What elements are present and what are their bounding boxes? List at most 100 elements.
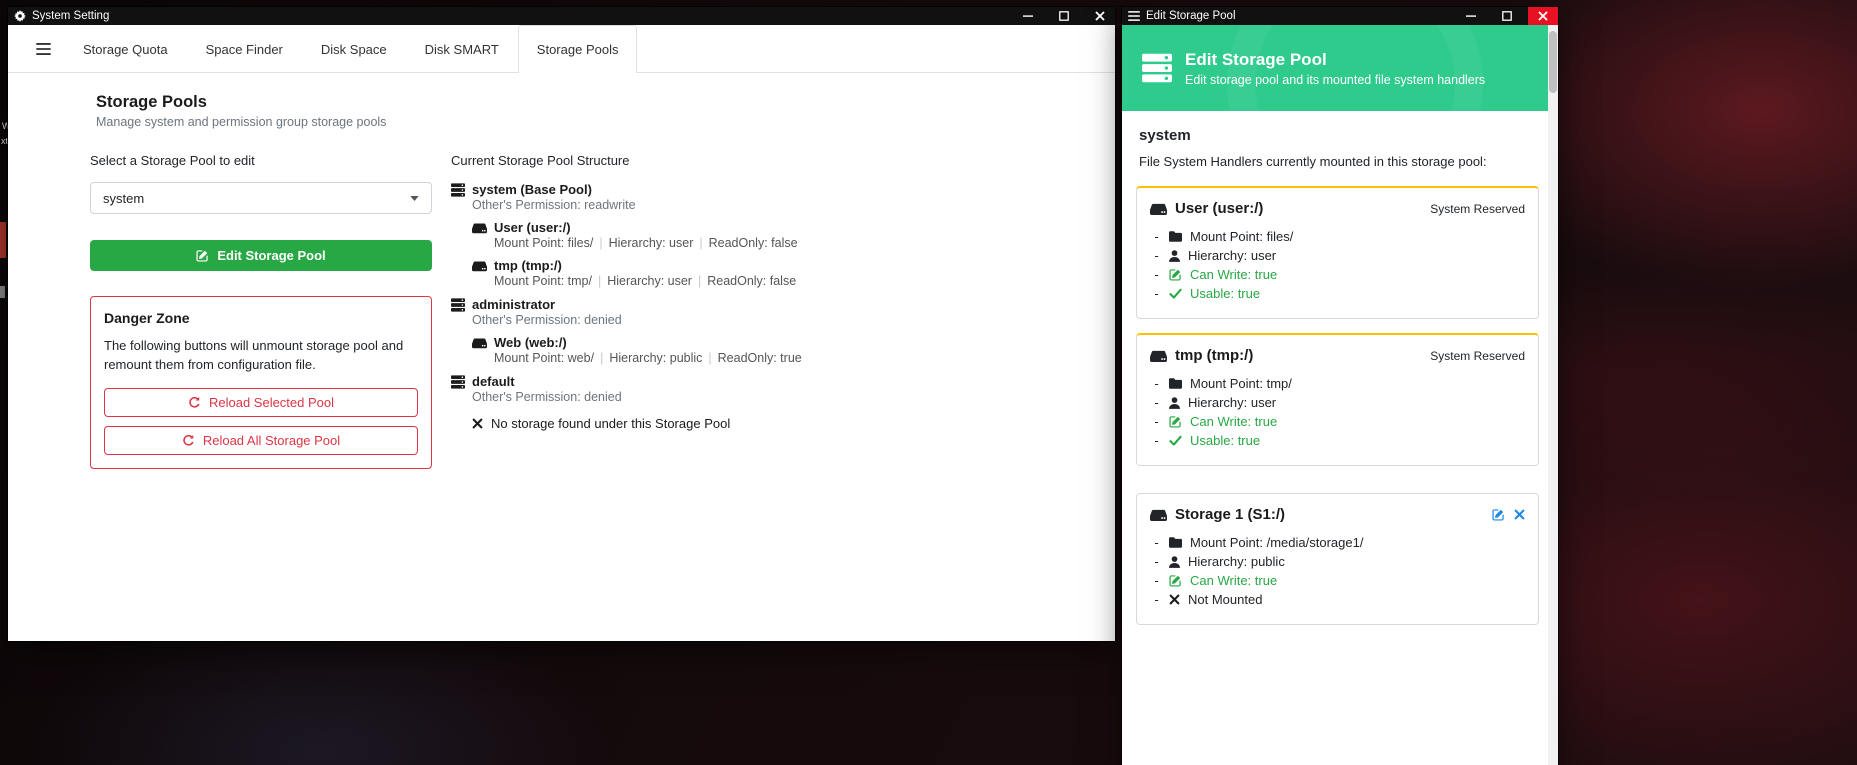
remove-handler-icon[interactable] <box>1514 509 1525 520</box>
banner-title: Edit Storage Pool <box>1185 50 1485 70</box>
tab-disk-space[interactable]: Disk Space <box>302 25 406 73</box>
hdd-icon <box>472 260 487 272</box>
pool-select[interactable]: system <box>90 182 432 214</box>
edit-storage-pool-button[interactable]: Edit Storage Pool <box>90 240 432 271</box>
pool-select-value: system <box>103 191 144 206</box>
separator: | <box>592 274 607 288</box>
pool-item-administrator: administrator Other's Permission: denied… <box>451 297 1081 365</box>
storage-name: tmp (tmp:/) <box>494 258 562 273</box>
system-reserved-badge: System Reserved <box>1430 349 1525 363</box>
pool-item-system: system (Base Pool) Other's Permission: r… <box>451 182 1081 288</box>
tab-disk-smart[interactable]: Disk SMART <box>406 25 518 73</box>
separator: | <box>693 236 708 250</box>
storage-name: User (user:/) <box>494 220 571 235</box>
minimize-button[interactable] <box>1013 7 1043 25</box>
menu-icon <box>1128 11 1140 21</box>
desktop-icon-fragment: xt <box>1 136 8 146</box>
handler-card-user: User (user:/) System Reserved - Mount Po… <box>1136 186 1539 319</box>
handler-row: - Hierarchy: user <box>1150 393 1525 412</box>
gear-icon <box>14 10 26 22</box>
empty-pool-message: No storage found under this Storage Pool <box>472 416 1081 431</box>
separator: | <box>593 236 608 250</box>
hdd-icon <box>472 337 487 349</box>
handler-name: tmp (tmp:/) <box>1175 347 1253 364</box>
storage-name: Web (web:/) <box>494 335 567 350</box>
server-icon <box>1142 53 1172 83</box>
handler-row: - Can Write: true <box>1150 412 1525 431</box>
handler-card-storage1: Storage 1 (S1:/) - Mount Point: /media/s… <box>1136 493 1539 625</box>
storage-details: Mount Point: files/|Hierarchy: user|Read… <box>494 236 1081 250</box>
maximize-button[interactable] <box>1492 7 1522 25</box>
check-icon <box>1169 287 1182 300</box>
pool-select-label: Select a Storage Pool to edit <box>90 153 432 168</box>
pool-permission: Other's Permission: readwrite <box>472 198 1081 212</box>
tab-bar: Storage Quota Space Finder Disk Space Di… <box>8 25 1115 73</box>
x-icon <box>472 418 483 429</box>
hdd-icon <box>1150 202 1167 216</box>
handler-actions <box>1492 508 1525 521</box>
edit-icon <box>1169 574 1182 587</box>
storage-details: Mount Point: web/|Hierarchy: public|Read… <box>494 351 1081 365</box>
handler-name: Storage 1 (S1:/) <box>1175 506 1285 523</box>
user-icon <box>1169 397 1180 409</box>
close-button[interactable] <box>1528 7 1558 25</box>
pool-structure-panel: Current Storage Pool Structure system (B… <box>451 153 1081 440</box>
pool-name: administrator <box>472 297 555 312</box>
handler-name: User (user:/) <box>1175 200 1263 217</box>
storage-item-user: User (user:/) Mount Point: files/|Hierar… <box>472 220 1081 250</box>
titlebar: System Setting <box>8 7 1115 25</box>
edit-icon <box>1169 268 1182 281</box>
server-icon <box>451 183 465 197</box>
check-icon <box>1169 434 1182 447</box>
edit-pool-banner: Edit Storage Pool Edit storage pool and … <box>1122 25 1548 111</box>
x-icon <box>1169 594 1180 605</box>
handler-row: - Can Write: true <box>1150 265 1525 284</box>
hdd-icon <box>1150 349 1167 363</box>
handlers-description: File System Handlers currently mounted i… <box>1139 154 1539 169</box>
structure-title: Current Storage Pool Structure <box>451 153 1081 168</box>
storage-item-tmp: tmp (tmp:/) Mount Point: tmp/|Hierarchy:… <box>472 258 1081 288</box>
desktop-icon-fragment <box>0 286 5 298</box>
close-button[interactable] <box>1085 7 1115 25</box>
separator: | <box>702 351 717 365</box>
separator: | <box>692 274 707 288</box>
scrollbar-thumb[interactable] <box>1549 31 1557 93</box>
danger-zone-card: Danger Zone The following buttons will u… <box>90 296 432 469</box>
reload-all-pool-button[interactable]: Reload All Storage Pool <box>104 426 418 455</box>
window-title: Edit Storage Pool <box>1146 10 1236 22</box>
system-setting-window: System Setting Storage Quota Space Finde… <box>8 7 1115 641</box>
scrollbar[interactable] <box>1548 25 1558 765</box>
refresh-icon <box>182 434 195 447</box>
tab-storage-quota[interactable]: Storage Quota <box>64 25 187 73</box>
page-title: Storage Pools <box>96 93 386 112</box>
handler-row: - Mount Point: files/ <box>1150 227 1525 246</box>
handler-row: - Usable: true <box>1150 431 1525 450</box>
folder-icon <box>1169 378 1182 389</box>
banner-subtitle: Edit storage pool and its mounted file s… <box>1185 73 1485 87</box>
window-title: System Setting <box>32 10 109 22</box>
minimize-button[interactable] <box>1456 7 1486 25</box>
reload-selected-pool-button[interactable]: Reload Selected Pool <box>104 388 418 417</box>
server-icon <box>451 375 465 389</box>
server-icon <box>451 298 465 312</box>
menu-button[interactable] <box>22 25 64 72</box>
hdd-icon <box>472 222 487 234</box>
edit-handler-icon[interactable] <box>1492 508 1505 521</box>
pool-name-heading: system <box>1139 127 1539 144</box>
folder-icon <box>1169 537 1182 548</box>
handler-row: - Mount Point: tmp/ <box>1150 374 1525 393</box>
pool-name: system (Base Pool) <box>472 182 592 197</box>
storage-item-web: Web (web:/) Mount Point: web/|Hierarchy:… <box>472 335 1081 365</box>
tab-storage-pools[interactable]: Storage Pools <box>518 25 638 73</box>
maximize-button[interactable] <box>1049 7 1079 25</box>
hdd-icon <box>1150 508 1167 522</box>
edit-storage-pool-window: Edit Storage Pool Edit Storage Pool Edit… <box>1122 7 1558 765</box>
pool-item-default: default Other's Permission: denied No st… <box>451 374 1081 431</box>
handler-card-tmp: tmp (tmp:/) System Reserved - Mount Poin… <box>1136 333 1539 466</box>
page-subtitle: Manage system and permission group stora… <box>96 115 386 129</box>
handler-row: - Usable: true <box>1150 284 1525 303</box>
user-icon <box>1169 250 1180 262</box>
pool-permission: Other's Permission: denied <box>472 313 1081 327</box>
danger-zone-title: Danger Zone <box>104 310 418 326</box>
tab-space-finder[interactable]: Space Finder <box>187 25 302 73</box>
